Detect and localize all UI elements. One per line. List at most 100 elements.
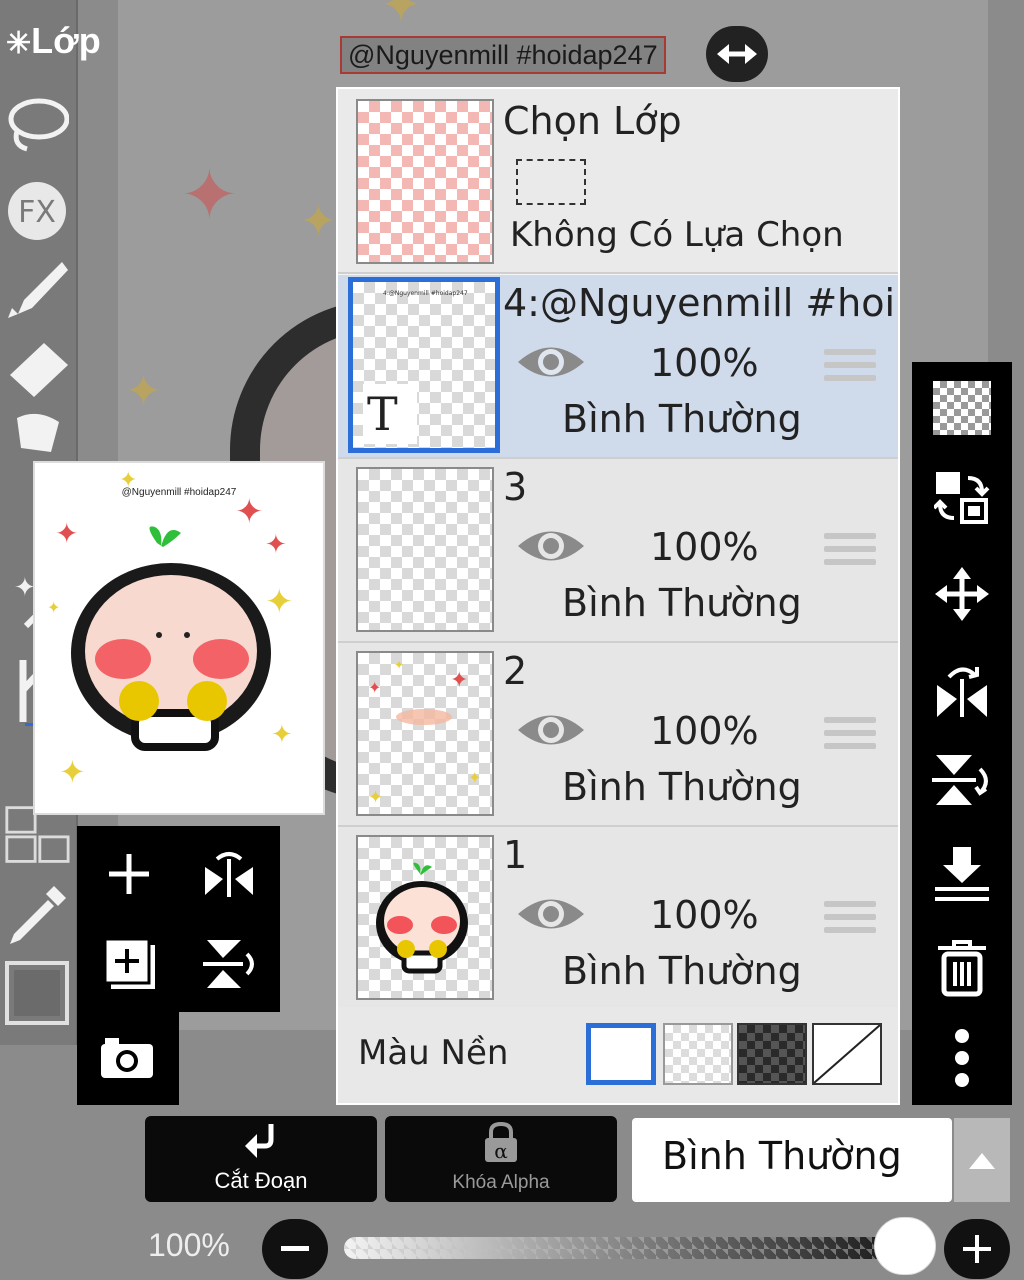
diagonal-slash-icon [813, 1024, 881, 1084]
flip-vertical-icon [932, 755, 988, 805]
sparkle-decoration: ✦ [380, 0, 422, 34]
drag-handle-icon[interactable] [824, 717, 876, 757]
layer-row[interactable]: 3 100% Bình Thường [338, 459, 898, 643]
opacity-slider[interactable] [344, 1237, 894, 1259]
opacity-slider-knob[interactable] [874, 1217, 936, 1275]
drag-handle-icon[interactable] [824, 349, 876, 389]
flip-horizontal-icon [205, 852, 253, 897]
blend-mode-select[interactable]: Bình Thường [632, 1118, 952, 1202]
layer-blend-mode: Bình Thường [562, 765, 802, 809]
expand-panel-button[interactable] [706, 26, 768, 82]
background-dark-checker-swatch[interactable] [737, 1023, 807, 1085]
transparent-checker-button[interactable] [926, 372, 998, 444]
add-raster-layer-button[interactable] [89, 924, 169, 1004]
canvas-preview[interactable]: @Nguyenmill #hoidap247 ✦ ✦ ✦ ✦ ✦ ✦ ✦ ✦ [33, 461, 325, 815]
fx-icon[interactable]: FX [4, 176, 70, 246]
layer-panel: Chọn Lớp Không Có Lựa Chọn 4:@Nguyenmill… [336, 87, 900, 1105]
layer-name: 4:@Nguyenmill #hoidap247 [503, 281, 895, 325]
opacity-decrease-button[interactable] [262, 1219, 328, 1279]
add-layer-button[interactable] [89, 834, 169, 914]
more-icon [955, 1029, 969, 1087]
canvas-text-layer[interactable]: @Nguyenmill #hoidap247 [340, 36, 666, 74]
alpha-lock-button[interactable]: α Khóa Alpha [385, 1116, 617, 1202]
selection-thumbnail [356, 99, 494, 264]
selection-layer-row[interactable]: Chọn Lớp Không Có Lựa Chọn [338, 89, 898, 274]
svg-text:✦: ✦ [265, 582, 294, 622]
layer-row[interactable]: 4:@Nguyenmill #hoidap247 T 4:@Nguyenmill… [338, 275, 898, 459]
alpha-lock-label: Khóa Alpha [452, 1172, 550, 1193]
drag-handle-icon[interactable] [824, 901, 876, 941]
flip-vertical-icon [203, 940, 254, 988]
camera-icon [101, 1038, 153, 1078]
layer-opacity[interactable]: 100% [650, 709, 759, 753]
layer-name: 1 [503, 833, 528, 877]
clipping-button[interactable]: Cắt Đoạn [145, 1116, 377, 1202]
eye-icon[interactable] [516, 709, 586, 751]
drag-handle-icon[interactable] [824, 533, 876, 573]
layer-thumbnail [356, 835, 494, 1000]
layer-opacity[interactable]: 100% [650, 341, 759, 385]
opacity-increase-button[interactable] [944, 1219, 1010, 1279]
svg-text:✦: ✦ [368, 678, 381, 697]
camera-button[interactable] [87, 1018, 167, 1098]
delete-layer-button[interactable] [926, 932, 998, 1004]
flip-layer-horizontal-button[interactable] [189, 834, 269, 914]
selection-title: Chọn Lớp [503, 99, 682, 143]
background-color-row: Màu Nền [338, 1007, 898, 1103]
svg-text:✦: ✦ [235, 492, 264, 532]
background-color-label: Màu Nền [358, 1033, 509, 1073]
alpha-lock-icon: α [385, 1122, 617, 1164]
flip-horizontal-button[interactable] [926, 654, 998, 726]
brush-icon[interactable] [4, 254, 70, 324]
sparkle-icon: ✳ [6, 27, 32, 60]
transparent-checker-icon [933, 381, 991, 435]
svg-text:✦: ✦ [368, 787, 383, 808]
page-title: ✳Lớp [6, 20, 101, 62]
svg-text:✦: ✦ [265, 530, 287, 560]
svg-text:✦: ✦ [394, 658, 404, 672]
opacity-value: 100% [148, 1227, 230, 1263]
layer-thumbnail: ✦ ✦ ✦ ✦ ✦ [356, 651, 494, 816]
thumbnail-caption: 4:@Nguyenmill #hoidap247 [383, 290, 468, 297]
plus-icon [109, 854, 149, 894]
layer-blend-mode: Bình Thường [562, 581, 802, 625]
layer-row[interactable]: ✦ ✦ ✦ ✦ ✦ 2 100% Bình Thường [338, 643, 898, 827]
clipping-label: Cắt Đoạn [214, 1168, 308, 1193]
blend-mode-dropdown-button[interactable] [954, 1118, 1010, 1202]
plus-icon [963, 1235, 991, 1263]
smudge-icon[interactable] [4, 408, 70, 458]
move-icon [935, 567, 989, 621]
flip-horizontal-icon [937, 667, 987, 717]
move-button[interactable] [926, 558, 998, 630]
merge-down-button[interactable] [926, 838, 998, 910]
eye-icon[interactable] [516, 525, 586, 567]
eyedropper-icon[interactable] [4, 880, 70, 950]
swap-layers-icon [934, 472, 990, 524]
text-layer-icon: T [363, 384, 417, 444]
canvas-icon[interactable] [4, 958, 70, 1028]
background-white-swatch[interactable] [586, 1023, 656, 1085]
layer-thumbnail: 4:@Nguyenmill #hoidap247 T [348, 277, 500, 453]
svg-text:✦: ✦ [55, 517, 78, 550]
background-transparent-swatch[interactable] [663, 1023, 733, 1085]
more-options-button[interactable] [926, 1022, 998, 1094]
swap-layers-button[interactable] [926, 462, 998, 534]
add-copy-icon [103, 937, 155, 989]
triangle-up-icon [969, 1153, 995, 1169]
svg-text:✦: ✦ [47, 598, 60, 617]
layer-opacity[interactable]: 100% [650, 893, 759, 937]
svg-text:✦: ✦ [468, 768, 481, 787]
lasso-icon[interactable] [4, 90, 70, 160]
flip-vertical-button[interactable] [926, 744, 998, 816]
background-none-swatch[interactable] [812, 1023, 882, 1085]
svg-text:✦: ✦ [450, 668, 468, 693]
eye-icon[interactable] [516, 341, 586, 383]
layer-opacity[interactable]: 100% [650, 525, 759, 569]
selection-marquee-icon [516, 159, 586, 205]
eye-icon[interactable] [516, 893, 586, 935]
eraser-icon[interactable] [4, 334, 70, 404]
flip-layer-vertical-button[interactable] [189, 924, 269, 1004]
sparkle-decoration: ✦ [180, 154, 239, 236]
svg-text:✦: ✦ [59, 753, 86, 791]
layer-row[interactable]: 1 100% Bình Thường [338, 827, 898, 1011]
